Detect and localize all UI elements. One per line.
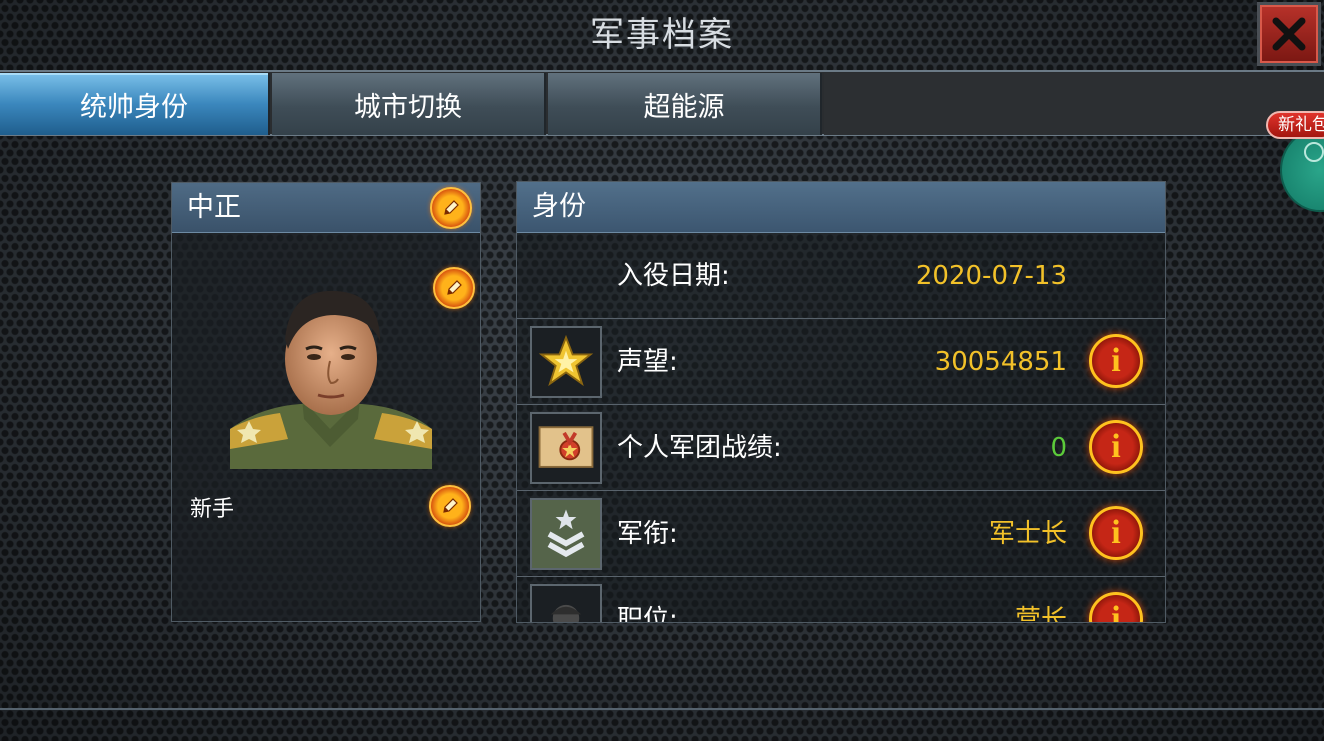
title-bar: 军事档案 <box>0 0 1324 70</box>
row-value: 0 <box>1050 433 1067 463</box>
row-value: 军士长 <box>988 519 1067 549</box>
row-label: 声望: <box>617 347 678 377</box>
tab-bar: 统帅身份 城市切换 超能源 <box>0 70 1324 136</box>
row-prestige: 声望: 30054851 i <box>517 319 1165 405</box>
row-value: 营长 <box>1014 605 1067 623</box>
edit-portrait-pencil-icon[interactable] <box>433 267 475 309</box>
row-label: 个人军团战绩: <box>617 433 782 463</box>
commander-portrait <box>230 290 432 469</box>
profile-rank-title: 新手 <box>190 497 235 522</box>
row-label: 军衔: <box>617 519 678 549</box>
page-title: 军事档案 <box>590 15 734 55</box>
soldier-salute-icon <box>530 584 602 622</box>
row-enlist-date: 入役日期: 2020-07-13 <box>517 233 1165 319</box>
row-value: 30054851 <box>934 347 1067 377</box>
close-x-icon <box>1272 17 1306 51</box>
profile-panel: 中正 新手 <box>171 182 481 622</box>
row-label: 入役日期: <box>617 261 730 291</box>
gold-star-icon <box>530 326 602 398</box>
row-military-rank: 军衔: 军士长 i <box>517 491 1165 577</box>
close-button[interactable] <box>1257 2 1321 66</box>
tab-city-switch[interactable]: 城市切换 <box>272 73 546 135</box>
tab-super-energy[interactable]: 超能源 <box>548 73 822 135</box>
position-info-icon[interactable]: i <box>1089 592 1143 622</box>
row-position: 职位: 营长 i <box>517 577 1165 623</box>
edit-name-pencil-icon[interactable] <box>430 187 472 229</box>
tab-commander-identity[interactable]: 统帅身份 <box>0 73 270 135</box>
gift-badge[interactable]: 新礼包 <box>1266 111 1324 139</box>
tab-bar-empty <box>824 73 1324 135</box>
row-value: 2020-07-13 <box>915 261 1067 291</box>
prestige-info-icon[interactable]: i <box>1089 334 1143 388</box>
gift-icon <box>1304 142 1324 162</box>
row-corps-record: 个人军团战绩: 0 i <box>517 405 1165 491</box>
medal-certificate-icon <box>530 412 602 484</box>
row-label: 职位: <box>617 605 678 623</box>
rank-info-icon[interactable]: i <box>1089 506 1143 560</box>
identity-heading: 身份 <box>517 182 1165 233</box>
identity-panel: 身份 入役日期: 2020-07-13 声望: 30054851 i 个人军团战… <box>516 181 1166 623</box>
edit-title-pencil-icon[interactable] <box>429 485 471 527</box>
corps-record-info-icon[interactable]: i <box>1089 420 1143 474</box>
bottom-divider <box>0 708 1324 710</box>
gift-button[interactable] <box>1280 128 1324 212</box>
sergeant-chevron-icon <box>530 498 602 570</box>
